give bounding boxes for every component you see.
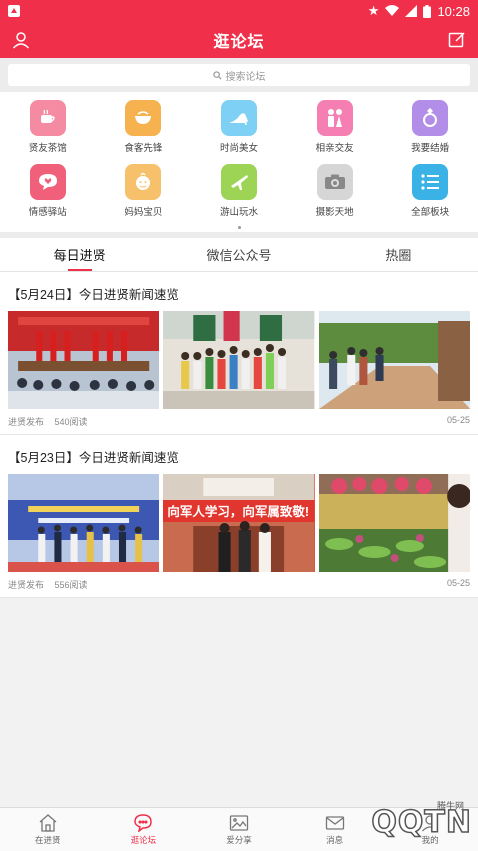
post-image[interactable] xyxy=(8,311,160,409)
search-input[interactable]: 搜索论坛 xyxy=(8,64,470,86)
post-reads: 540阅读 xyxy=(54,417,88,427)
category-label: 全部板块 xyxy=(411,207,450,218)
signal-icon xyxy=(405,5,418,17)
nav-label: 在进贤 xyxy=(35,834,61,845)
post-title: 【5月23日】今日进贤新闻速览 xyxy=(8,451,179,465)
app-bar: 逛论坛 xyxy=(0,22,478,58)
post-title: 【5月24日】今日进贤新闻速览 xyxy=(8,288,179,302)
page-indicator xyxy=(0,222,478,232)
category-item[interactable]: 我要结婚 xyxy=(382,100,478,154)
category-label: 时尚美女 xyxy=(219,143,258,154)
category-label: 贤友茶馆 xyxy=(28,143,67,154)
high-heel-icon xyxy=(220,100,257,136)
post-image[interactable] xyxy=(318,311,470,409)
user-icon xyxy=(12,32,30,49)
tab-daily[interactable]: 每日进贤 xyxy=(0,238,159,271)
post-source: 进贤发布 xyxy=(8,417,45,427)
star-icon: ★ xyxy=(367,3,380,18)
post-images: 向军人学习，向军属致敬! xyxy=(8,474,470,572)
post-meta: 进贤发布 556阅读 05-25 xyxy=(8,578,470,591)
category-label: 食客先锋 xyxy=(124,143,163,154)
category-label: 相亲交友 xyxy=(315,143,354,154)
home-icon xyxy=(39,813,57,832)
post-reads: 556阅读 xyxy=(54,580,88,590)
post-meta: 进贤发布 540阅读 05-25 xyxy=(8,415,470,428)
category-label: 我要结婚 xyxy=(411,143,450,154)
post-image[interactable] xyxy=(8,474,160,572)
plane-icon xyxy=(220,164,257,200)
post-source: 进贤发布 xyxy=(8,580,45,590)
category-item[interactable]: 全部板块 xyxy=(382,164,478,218)
chat-heart-icon xyxy=(29,164,66,200)
status-bar: ★ 10:28 xyxy=(0,0,478,22)
battery-icon xyxy=(423,4,432,18)
category-label: 游山玩水 xyxy=(219,207,258,218)
nav-forum[interactable]: 逛论坛 xyxy=(96,808,192,851)
nav-home[interactable]: 在进贤 xyxy=(0,808,96,851)
list-icon xyxy=(412,164,449,200)
search-icon xyxy=(212,70,222,80)
post-date: 05-25 xyxy=(446,415,470,425)
page-title: 逛论坛 xyxy=(213,34,265,51)
category-label: 摄影天地 xyxy=(315,207,354,218)
post-images xyxy=(8,311,470,409)
search-bar: 搜索论坛 xyxy=(0,58,478,92)
nav-label: 逛论坛 xyxy=(130,834,157,845)
feed-tabs: 每日进贤 微信公众号 热圈 xyxy=(0,238,478,272)
post-image[interactable] xyxy=(318,474,470,572)
news-feed: 【5月24日】今日进贤新闻速览 进贤发布 540阅读 05-25 【5月23日】… xyxy=(0,272,478,598)
tab-hot[interactable]: 热圈 xyxy=(319,238,478,271)
wifi-icon xyxy=(385,5,400,16)
category-item[interactable]: 游山玩水 xyxy=(191,164,287,218)
post-date: 05-25 xyxy=(446,578,470,588)
profile-button[interactable] xyxy=(10,29,32,51)
site-watermark: 腾牛网 QQTN xyxy=(282,799,472,845)
category-item[interactable]: 相亲交友 xyxy=(287,100,383,154)
category-item[interactable]: 贤友茶馆 xyxy=(0,100,96,154)
category-item[interactable]: 时尚美女 xyxy=(191,100,287,154)
category-grid: 贤友茶馆 食客先锋 时尚美女 相亲交友 我要结婚 情感驿站 妈妈宝贝 游山玩水 … xyxy=(0,92,478,222)
category-item[interactable]: 食客先锋 xyxy=(96,100,192,154)
banner-text: 向军人学习，向军属致敬! xyxy=(167,505,309,519)
baby-icon xyxy=(125,164,162,200)
category-item[interactable]: 情感驿站 xyxy=(0,164,96,218)
nav-label: 爱分享 xyxy=(226,834,252,845)
watermark-site: 腾牛网 xyxy=(436,801,464,811)
status-time: 10:28 xyxy=(437,3,470,19)
bowl-icon xyxy=(125,100,162,136)
image-icon xyxy=(229,814,249,831)
compose-button[interactable] xyxy=(446,29,468,51)
search-placeholder: 搜索论坛 xyxy=(225,71,266,83)
category-item[interactable]: 妈妈宝贝 xyxy=(96,164,192,218)
post-image[interactable] xyxy=(163,311,315,409)
post-image[interactable]: 向军人学习，向军属致敬! xyxy=(163,474,315,572)
camera-icon xyxy=(316,164,353,200)
notification-icon xyxy=(8,5,20,17)
category-item[interactable]: 摄影天地 xyxy=(287,164,383,218)
list-item[interactable]: 【5月23日】今日进贤新闻速览 向军人学习，向军属致敬! 进贤发布 556阅读 … xyxy=(0,435,478,598)
tea-cup-icon xyxy=(29,100,66,136)
category-label: 情感驿站 xyxy=(28,207,67,218)
ring-icon xyxy=(412,100,449,136)
category-label: 妈妈宝贝 xyxy=(124,207,163,218)
nav-share[interactable]: 爱分享 xyxy=(191,808,287,851)
chat-bubble-icon xyxy=(134,813,153,832)
couple-icon xyxy=(316,100,353,136)
tab-wechat[interactable]: 微信公众号 xyxy=(159,238,318,271)
edit-icon xyxy=(448,32,465,48)
list-item[interactable]: 【5月24日】今日进贤新闻速览 进贤发布 540阅读 05-25 xyxy=(0,272,478,435)
